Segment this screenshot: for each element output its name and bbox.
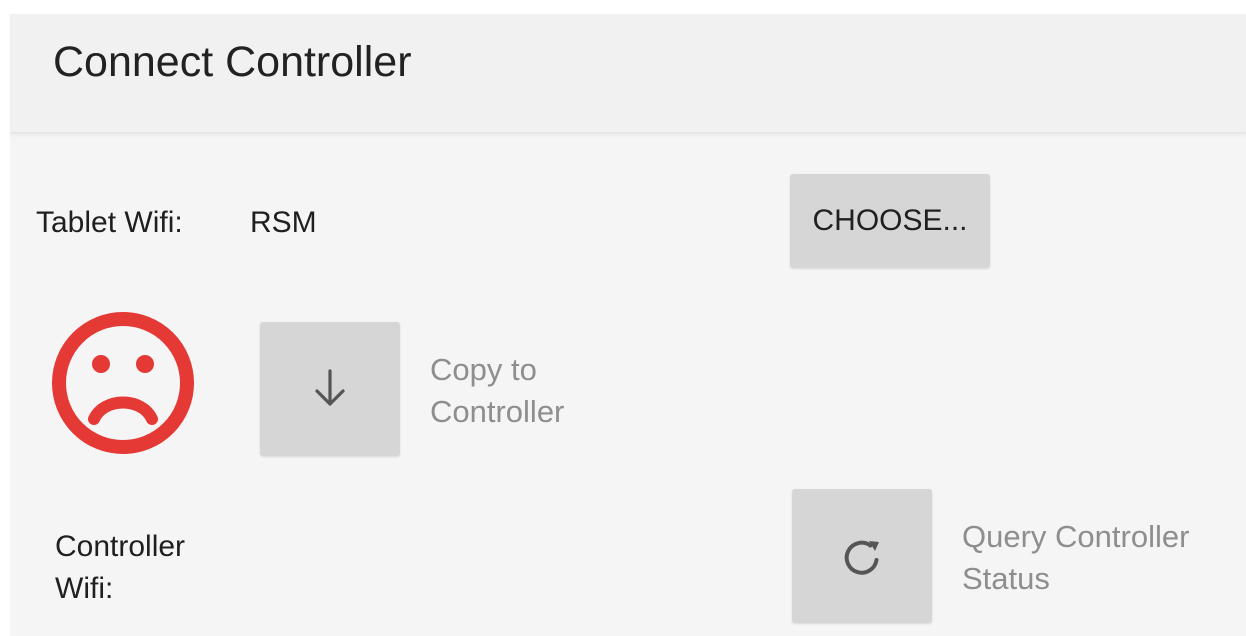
controller-wifi-label: Controller Wifi: [55,530,186,605]
query-controller-status-button[interactable] [792,489,932,623]
refresh-icon [844,540,879,575]
choose-wifi-button[interactable]: CHOOSE... [790,174,990,268]
app-header: Connect Controller [10,14,1246,134]
sad-face-icon [48,308,198,458]
query-controller-status-label: Query Controller Status [962,519,1190,596]
copy-to-controller-label: Copy to Controller [430,352,565,429]
connect-controller-screen: Connect Controller Tablet Wifi: RSM CHOO… [10,14,1246,636]
tablet-wifi-value: RSM [250,206,317,239]
page-title: Connect Controller [53,38,412,86]
copy-to-controller-button[interactable] [260,322,400,456]
tablet-wifi-label: Tablet Wifi: [36,206,183,239]
arrow-down-icon [315,369,345,406]
